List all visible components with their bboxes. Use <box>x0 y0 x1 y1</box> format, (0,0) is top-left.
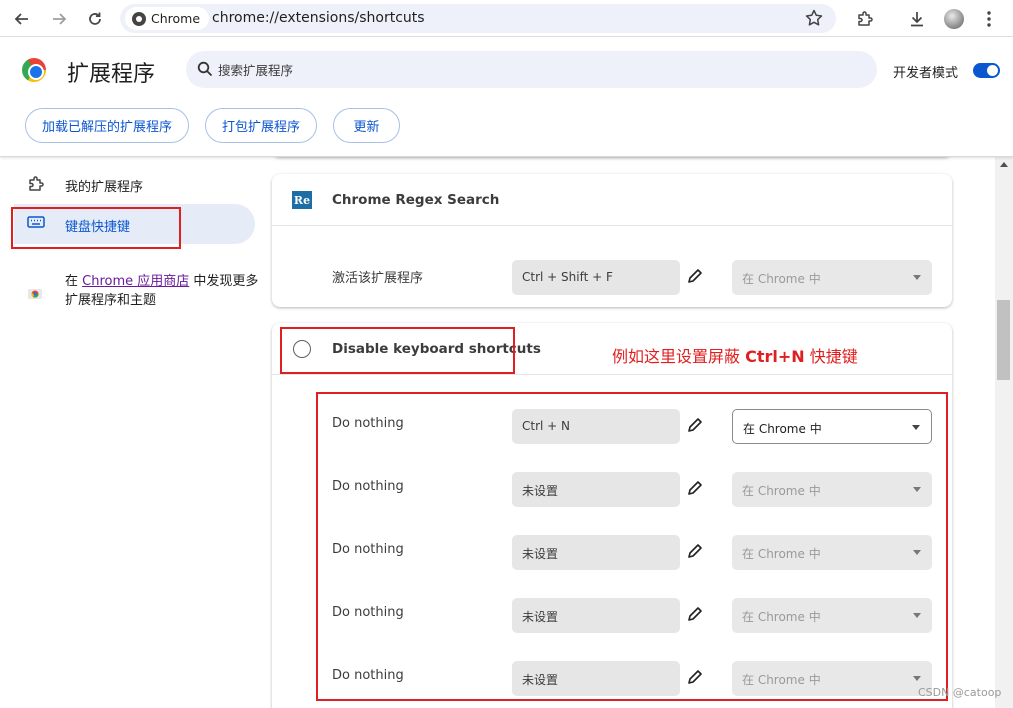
shortcut-field[interactable]: 未设置 <box>512 661 680 696</box>
back-icon[interactable] <box>9 6 35 32</box>
search-icon <box>197 61 213 81</box>
update-button[interactable]: 更新 <box>333 108 400 143</box>
dropdown-caret-icon <box>913 613 921 618</box>
scope-value: 在 Chrome 中 <box>742 610 821 624</box>
page-scrollbar[interactable] <box>995 157 1013 708</box>
scope-value: 在 Chrome 中 <box>742 673 821 687</box>
watermark: CSDN @catoop <box>918 686 1002 699</box>
scope-value: 在 Chrome 中 <box>742 484 821 498</box>
edit-pencil-icon[interactable] <box>686 542 704 564</box>
scope-select[interactable]: 在 Chrome 中 <box>732 260 932 295</box>
puzzle-icon <box>27 175 45 197</box>
card-header: Re Chrome Regex Search <box>272 174 952 226</box>
scope-select[interactable]: 在 Chrome 中 <box>732 598 932 633</box>
sidebar-item-keyboard-shortcuts[interactable]: 键盘快捷键 <box>14 204 255 244</box>
extension-name: Disable keyboard shortcuts <box>332 341 541 357</box>
site-chip[interactable]: Chrome <box>125 7 210 30</box>
command-description: Do nothing <box>332 416 404 431</box>
edit-pencil-icon[interactable] <box>686 267 704 289</box>
sidebar-item-label: 我的扩展程序 <box>65 180 144 195</box>
shortcut-row: Do nothing 未设置 在 Chrome 中 <box>272 590 952 653</box>
bookmark-star-icon[interactable] <box>804 8 824 32</box>
download-icon[interactable] <box>904 6 930 32</box>
forward-icon[interactable] <box>46 6 72 32</box>
sidebar-item-label: 键盘快捷键 <box>65 220 131 235</box>
scope-select[interactable]: 在 Chrome 中 <box>732 409 932 444</box>
extension-name: Chrome Regex Search <box>332 192 500 208</box>
command-description: Do nothing <box>332 479 404 494</box>
reload-icon[interactable] <box>82 6 108 32</box>
dropdown-caret-icon <box>913 487 921 492</box>
shortcut-row: 激活该扩展程序 Ctrl + Shift + F 在 Chrome 中 <box>272 252 952 315</box>
extensions-header: 扩展程序 开发者模式 加载已解压的扩展程序 打包扩展程序 更新 <box>0 37 1013 157</box>
extension-circle-icon <box>293 340 311 358</box>
url-text[interactable]: chrome://extensions/shortcuts <box>212 10 425 26</box>
shortcut-row: Do nothing 未设置 在 Chrome 中 <box>272 527 952 590</box>
extensions-puzzle-icon[interactable] <box>852 6 878 32</box>
shortcuts-main: Re Chrome Regex Search 激活该扩展程序 Ctrl + Sh… <box>262 157 995 708</box>
web-store-icon <box>28 289 42 299</box>
dropdown-caret-icon <box>912 425 920 430</box>
annotation-text: 例如这里设置屏蔽 Ctrl+N 快捷键 <box>612 343 858 367</box>
shortcut-field[interactable]: Ctrl + N <box>512 409 680 444</box>
command-description: Do nothing <box>332 605 404 620</box>
command-description: Do nothing <box>332 668 404 683</box>
command-description: Do nothing <box>332 542 404 557</box>
command-description: 激活该扩展程序 <box>332 271 424 286</box>
load-unpacked-button[interactable]: 加载已解压的扩展程序 <box>25 108 189 143</box>
search-input[interactable] <box>218 60 818 80</box>
dev-mode-label: 开发者模式 <box>893 66 959 81</box>
shortcut-row: Do nothing Ctrl + N 在 Chrome 中 <box>272 401 952 464</box>
scroll-up-arrow-icon[interactable] <box>1000 162 1008 167</box>
scope-value: 在 Chrome 中 <box>742 272 821 286</box>
dropdown-caret-icon <box>913 676 921 681</box>
regex-extension-icon: Re <box>292 191 312 209</box>
scrollbar-thumb[interactable] <box>997 300 1010 380</box>
address-bar[interactable]: Chrome chrome://extensions/shortcuts <box>120 4 836 33</box>
annotation-key: Ctrl+N <box>745 347 805 366</box>
chrome-logo-icon <box>22 58 46 82</box>
shortcut-row: Do nothing 未设置 在 Chrome 中 <box>272 653 952 708</box>
dev-mode-toggle[interactable] <box>973 63 1000 78</box>
page-title: 扩展程序 <box>67 62 156 87</box>
dropdown-caret-icon <box>913 275 921 280</box>
scope-value: 在 Chrome 中 <box>742 547 821 561</box>
profile-avatar[interactable] <box>941 6 967 32</box>
edit-pencil-icon[interactable] <box>686 416 704 438</box>
annotation-pre: 例如这里设置屏蔽 <box>612 347 746 366</box>
chip-label: Chrome <box>151 11 201 26</box>
shortcut-field[interactable]: 未设置 <box>512 535 680 570</box>
browser-toolbar: Chrome chrome://extensions/shortcuts <box>0 0 1013 37</box>
extension-card-regex-search: Re Chrome Regex Search 激活该扩展程序 Ctrl + Sh… <box>272 174 952 307</box>
sidebar: 我的扩展程序 键盘快捷键 在 Chrome 应用商店 中发现更多扩展程序和主题 <box>0 157 262 708</box>
edit-pencil-icon[interactable] <box>686 479 704 501</box>
dropdown-caret-icon <box>913 550 921 555</box>
shortcut-field[interactable]: 未设置 <box>512 472 680 507</box>
scope-select[interactable]: 在 Chrome 中 <box>732 472 932 507</box>
keyboard-icon <box>27 215 45 233</box>
scope-select[interactable]: 在 Chrome 中 <box>732 535 932 570</box>
shortcut-row: Do nothing 未设置 在 Chrome 中 <box>272 464 952 527</box>
edit-pencil-icon[interactable] <box>686 668 704 690</box>
annotation-post: 快捷键 <box>804 347 858 366</box>
extension-card-disable-shortcuts: Disable keyboard shortcuts Do nothing Ct… <box>272 323 952 708</box>
shortcut-field[interactable]: 未设置 <box>512 598 680 633</box>
search-box[interactable] <box>186 51 877 88</box>
web-store-link[interactable]: Chrome 应用商店 <box>82 274 189 289</box>
scope-value: 在 Chrome 中 <box>743 422 822 436</box>
edit-pencil-icon[interactable] <box>686 605 704 627</box>
shortcut-field[interactable]: Ctrl + Shift + F <box>512 260 680 295</box>
pack-extension-button[interactable]: 打包扩展程序 <box>205 108 317 143</box>
web-store-text: 在 Chrome 应用商店 中发现更多扩展程序和主题 <box>65 272 265 310</box>
store-text-prefix: 在 <box>65 274 83 289</box>
menu-kebab-icon[interactable] <box>976 6 1002 32</box>
sidebar-item-my-extensions[interactable]: 我的扩展程序 <box>14 164 255 204</box>
scope-select[interactable]: 在 Chrome 中 <box>732 661 932 696</box>
chrome-icon <box>132 11 146 26</box>
